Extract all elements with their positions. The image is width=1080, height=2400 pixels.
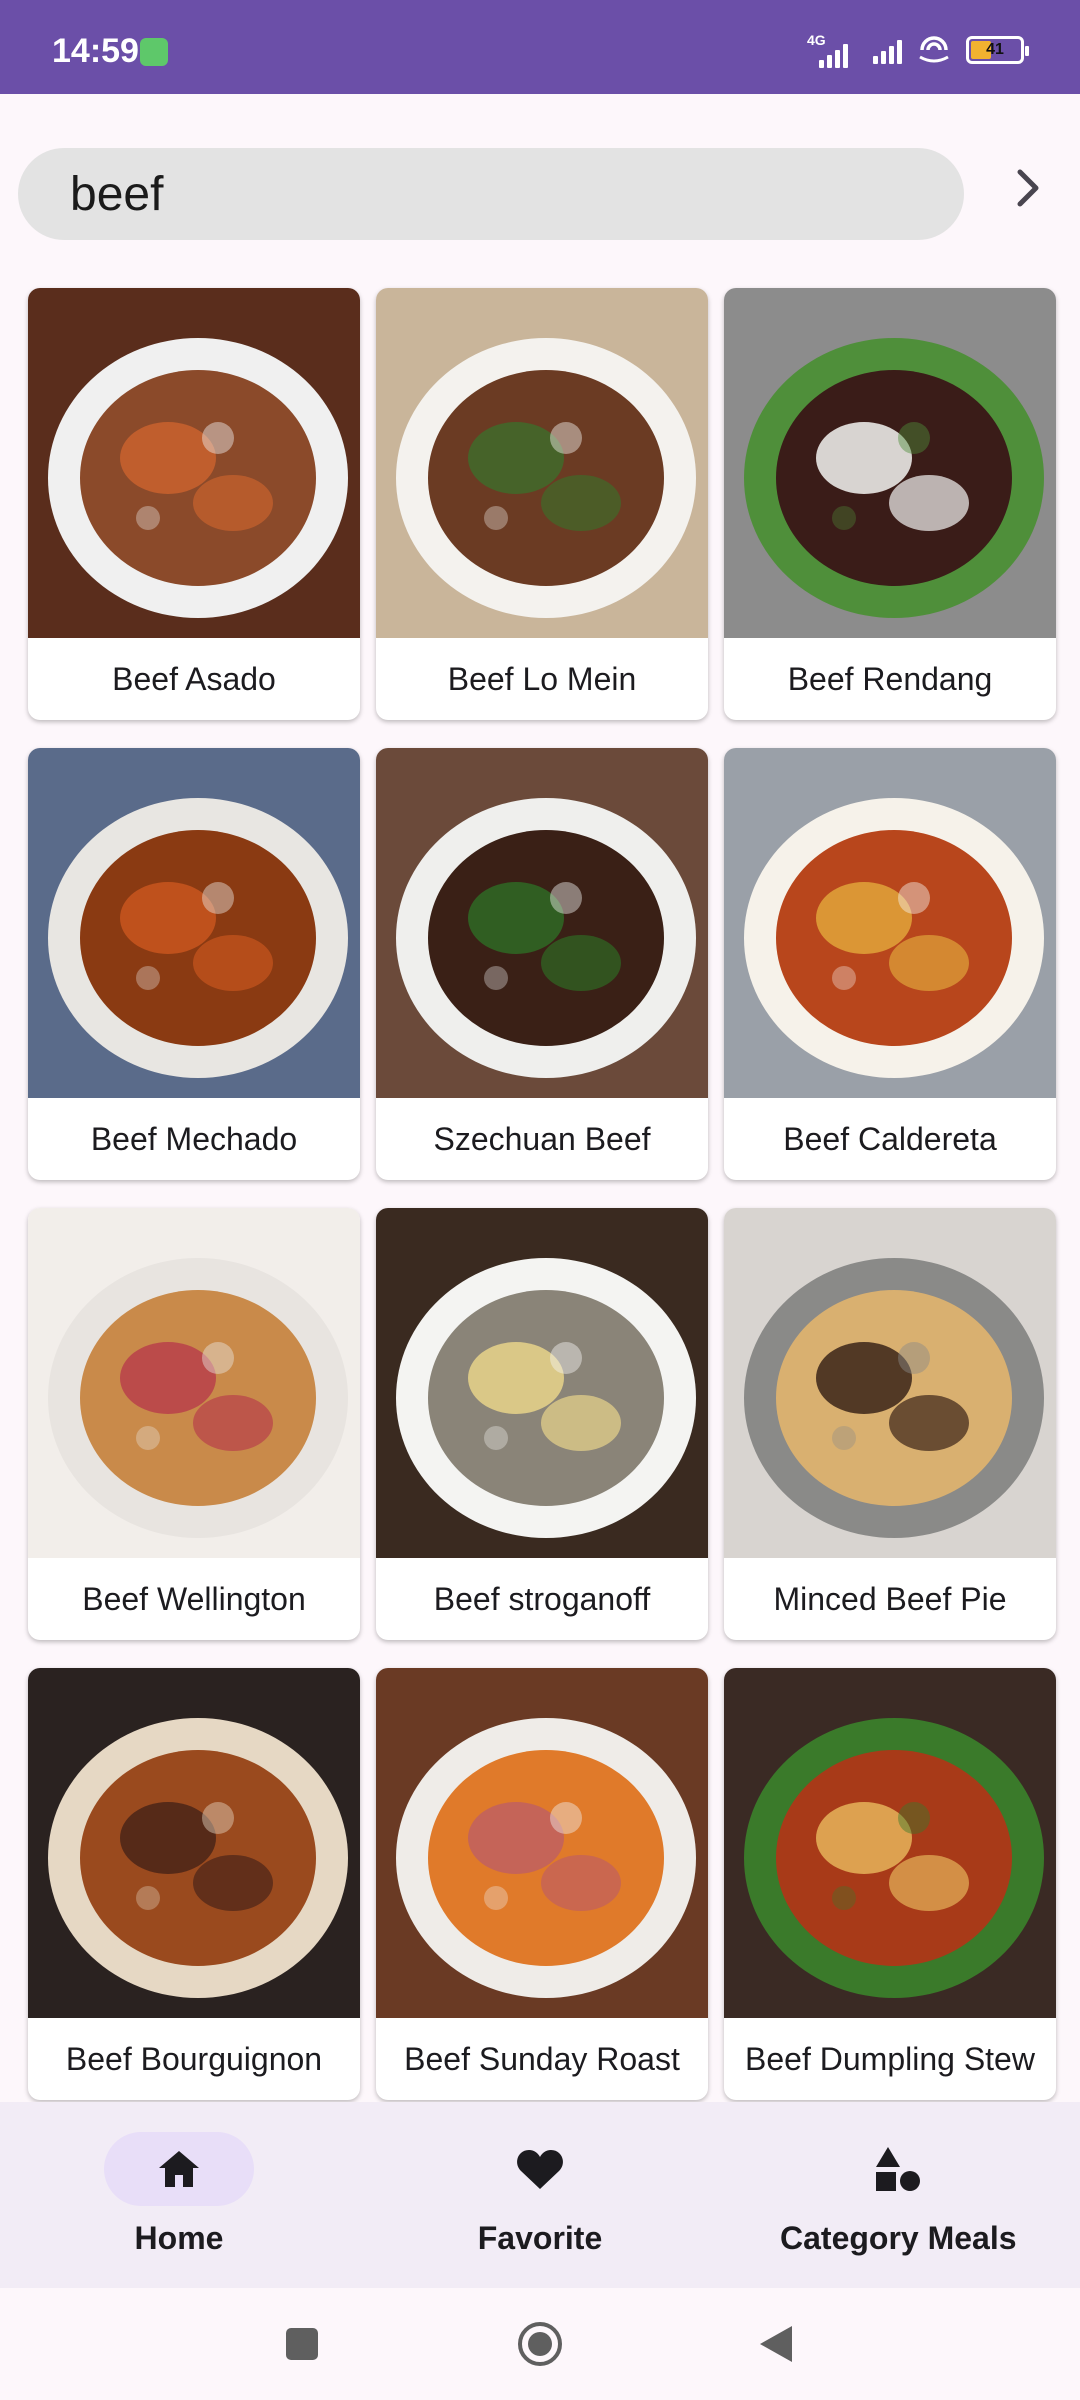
mobile-signal-icon: 4G <box>807 32 859 68</box>
chevron-right-icon <box>1017 169 1039 207</box>
nav-home[interactable]: Home <box>104 2132 254 2257</box>
meal-image <box>376 1668 708 2018</box>
meal-card[interactable]: Beef Dumpling Stew <box>724 1668 1056 2100</box>
signal-strength-icon <box>873 36 902 64</box>
meal-title: Beef Mechado <box>90 1120 298 1157</box>
bottom-navigation: Home Favorite Category Meals <box>0 2102 1080 2288</box>
meal-title: Beef Caldereta <box>783 1120 997 1157</box>
status-bar: 14:59 4G 41 <box>0 0 1080 94</box>
meal-image <box>724 1668 1056 2018</box>
meal-card[interactable]: Beef stroganoff <box>376 1208 708 1640</box>
status-indicators: 4G 41 <box>807 30 1029 70</box>
meal-card[interactable]: Beef Wellington <box>28 1208 360 1640</box>
meal-card[interactable]: Beef Rendang <box>724 288 1056 720</box>
search-submit-button[interactable] <box>1000 160 1056 216</box>
meal-title: Beef stroganoff <box>433 1580 651 1617</box>
heart-icon <box>517 2150 563 2189</box>
meal-image <box>376 1208 708 1558</box>
meal-card[interactable]: Beef Caldereta <box>724 748 1056 1180</box>
hotspot-icon <box>919 36 949 63</box>
meal-image <box>724 748 1056 1098</box>
meal-title: Beef Dumpling Stew <box>745 2040 1035 2077</box>
meal-image <box>28 748 360 1098</box>
nav-home-indicator <box>104 2132 254 2206</box>
meal-title: Beef Bourguignon <box>65 2040 323 2077</box>
meal-card[interactable]: Beef Asado <box>28 288 360 720</box>
nav-favorite-label: Favorite <box>477 2220 603 2256</box>
meal-title: Beef Asado <box>112 660 276 697</box>
meal-image <box>376 748 708 1098</box>
nav-home-label: Home <box>134 2220 224 2256</box>
meal-title: Szechuan Beef <box>433 1120 651 1157</box>
meal-image <box>724 1208 1056 1558</box>
nav-category-indicator <box>823 2132 973 2206</box>
meal-card[interactable]: Beef Mechado <box>28 748 360 1180</box>
recents-icon <box>286 2328 318 2360</box>
meal-card[interactable]: Szechuan Beef <box>376 748 708 1180</box>
back-icon <box>760 2326 792 2362</box>
nav-favorite[interactable]: Favorite <box>465 2132 615 2257</box>
status-time: 14:59 <box>52 32 139 70</box>
back-button[interactable] <box>750 2318 802 2370</box>
home-circle-icon <box>518 2322 562 2366</box>
meal-image <box>28 1668 360 2018</box>
meal-grid: Beef Asado Beef Lo Mein Beef Rendang Beef M… <box>28 288 1056 2100</box>
battery-icon: 41 <box>966 36 1029 64</box>
meal-title: Beef Lo Mein <box>447 660 637 697</box>
search-bar[interactable] <box>18 148 964 240</box>
home-icon <box>159 2151 199 2187</box>
meal-title: Minced Beef Pie <box>773 1580 1007 1617</box>
nav-category-meals[interactable]: Category Meals <box>780 2132 1017 2257</box>
meal-image <box>28 1208 360 1558</box>
meal-title: Beef Sunday Roast <box>404 2040 680 2077</box>
shapes-icon <box>876 2147 921 2191</box>
search-input[interactable] <box>70 166 930 222</box>
nav-category-label: Category Meals <box>780 2220 1017 2256</box>
meal-image <box>28 288 360 638</box>
meal-card[interactable]: Beef Sunday Roast <box>376 1668 708 2100</box>
recents-button[interactable] <box>276 2318 328 2370</box>
battery-percent: 41 <box>986 41 1004 58</box>
meal-title: Beef Wellington <box>82 1580 306 1617</box>
meal-card[interactable]: Beef Bourguignon <box>28 1668 360 2100</box>
meal-image <box>376 288 708 638</box>
system-navigation-bar <box>0 2288 1080 2400</box>
meal-card[interactable]: Beef Lo Mein <box>376 288 708 720</box>
meal-card[interactable]: Minced Beef Pie <box>724 1208 1056 1640</box>
nav-favorite-indicator <box>465 2132 615 2206</box>
home-system-button[interactable] <box>514 2318 566 2370</box>
app-notification-icon <box>140 38 168 66</box>
meal-title: Beef Rendang <box>787 660 993 697</box>
meal-image <box>724 288 1056 638</box>
